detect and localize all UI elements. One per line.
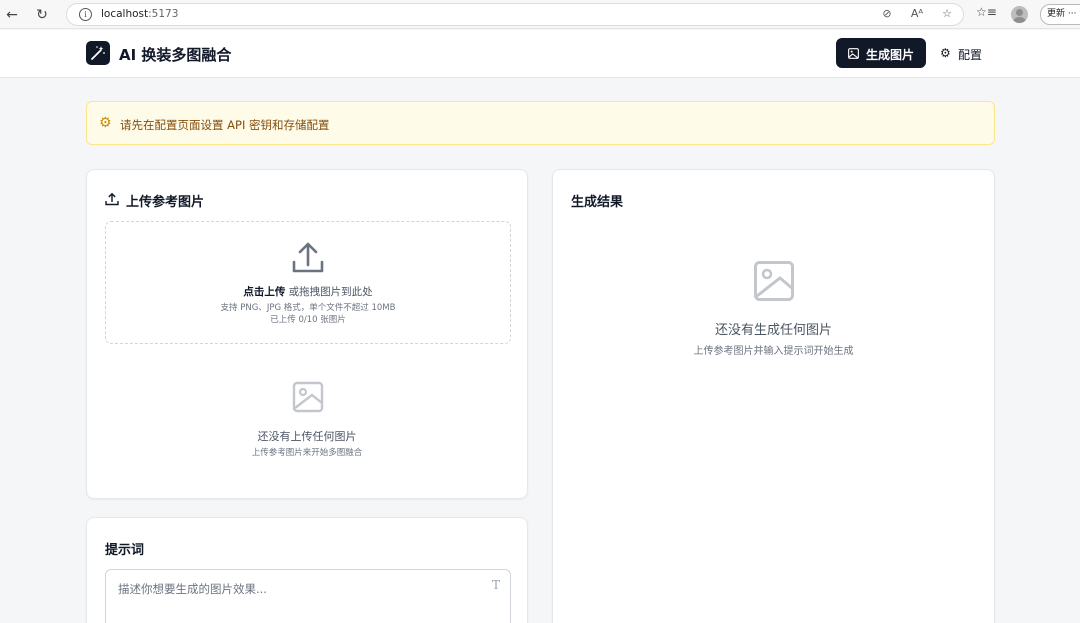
favorite-star-icon[interactable]: ☆ — [939, 7, 955, 20]
dropzone-instruction: 点击上传 或拖拽图片到此处 — [243, 286, 373, 298]
upload-title: 上传参考图片 — [126, 195, 205, 210]
favorites-list-icon[interactable]: ☆≡ — [976, 5, 997, 19]
magic-wand-icon — [86, 41, 110, 65]
update-button[interactable]: 更新 ··· — [1040, 4, 1080, 25]
upload-count: 已上传 0/10 张图片 — [270, 315, 346, 325]
image-placeholder-icon — [754, 261, 794, 301]
result-title: 生成结果 — [571, 195, 624, 210]
site-info-icon[interactable]: i — [79, 8, 92, 21]
image-placeholder-icon — [292, 381, 324, 413]
upload-card: 上传参考图片 点击上传 或拖拽图片到此处 支持 PNG、JPG 格式，单个文件不… — [86, 169, 528, 499]
dropzone-formats: 支持 PNG、JPG 格式，单个文件不超过 10MB — [220, 303, 396, 313]
app-title: AI 换装多图融合 — [119, 46, 232, 64]
result-empty-title: 还没有生成任何图片 — [714, 323, 832, 338]
prompt-placeholder: 描述你想要生成的图片效果... — [118, 582, 267, 596]
text-type-icon: T — [491, 578, 500, 592]
image-icon — [848, 48, 859, 59]
prompt-title: 提示词 — [105, 543, 145, 558]
upload-empty-subtitle: 上传参考图片来开始多图融合 — [251, 448, 363, 458]
alert-message: 请先在配置页面设置 API 密钥和存储配置 — [120, 118, 330, 132]
app-header: AI 换装多图融合 生成图片 ⚙ 配置 — [0, 30, 1080, 78]
upload-icon — [105, 192, 119, 206]
avatar[interactable] — [1011, 6, 1028, 23]
gear-icon: ⚙ — [99, 115, 112, 131]
result-card: 生成结果 还没有生成任何图片 上传参考图片并输入提示词开始生成 — [552, 169, 995, 623]
browser-toolbar: ← ↻ i localhost:5173 ⊘ Aᴬ ☆ ☆≡ 更新 ··· — [0, 0, 1080, 29]
prompt-textarea[interactable]: 描述你想要生成的图片效果... T — [105, 569, 511, 623]
upload-icon — [292, 242, 324, 273]
config-button[interactable]: ⚙ 配置 — [936, 38, 992, 68]
prompt-card: 提示词 描述你想要生成的图片效果... T — [86, 517, 528, 623]
upload-empty-title: 还没有上传任何图片 — [257, 430, 357, 443]
reload-icon[interactable]: ↻ — [32, 5, 52, 25]
back-icon[interactable]: ← — [2, 5, 22, 25]
upload-dropzone[interactable]: 点击上传 或拖拽图片到此处 支持 PNG、JPG 格式，单个文件不超过 10MB… — [105, 221, 511, 344]
config-warning-alert: ⚙ 请先在配置页面设置 API 密钥和存储配置 — [86, 101, 995, 145]
url-text: localhost:5173 — [101, 8, 179, 20]
generate-image-button[interactable]: 生成图片 — [836, 38, 926, 68]
gear-icon: ⚙ — [940, 46, 951, 60]
translate-icon[interactable]: ⊘ — [879, 7, 895, 20]
address-bar[interactable]: i localhost:5173 ⊘ Aᴬ ☆ — [66, 3, 964, 26]
read-aloud-icon[interactable]: Aᴬ — [909, 7, 925, 20]
result-empty-subtitle: 上传参考图片并输入提示词开始生成 — [693, 346, 854, 357]
